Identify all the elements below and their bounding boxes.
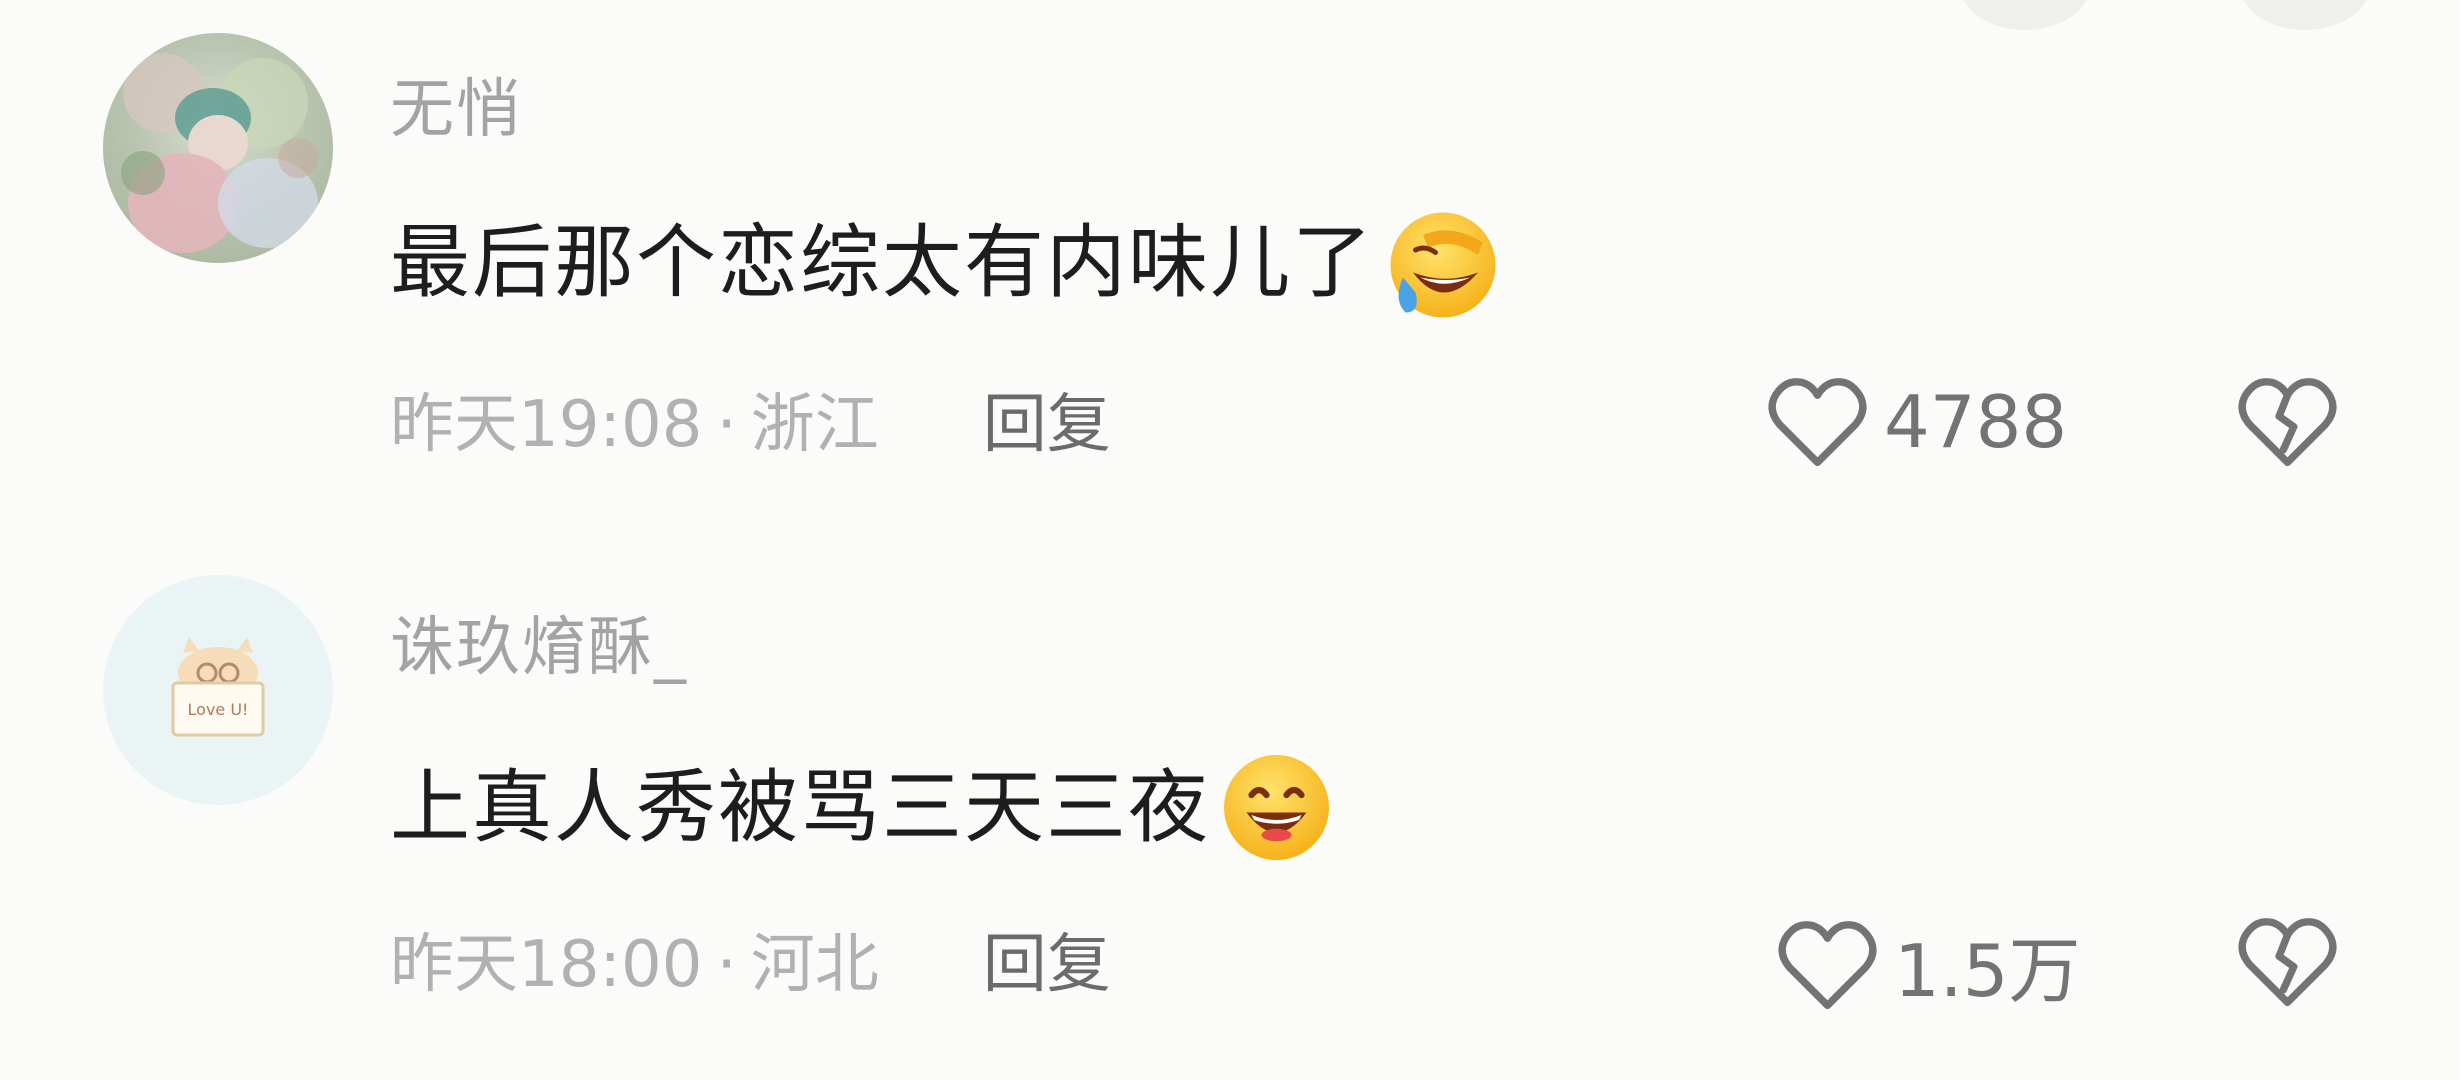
location: 河北 bbox=[750, 928, 879, 1002]
timestamp: 昨天18:00 bbox=[390, 928, 703, 1002]
comment-item: Love U! 诛玖焴酥_ 上真人秀被骂三天三夜 昨天18:00 · 河北 回复… bbox=[0, 540, 2459, 1080]
timestamp: 昨天19:08 bbox=[390, 388, 703, 462]
username[interactable]: 无悄 bbox=[390, 58, 522, 150]
comment-content: 上真人秀被骂三天三夜 bbox=[390, 745, 1339, 870]
meta-separator: · bbox=[716, 388, 737, 462]
avatar[interactable] bbox=[103, 33, 333, 263]
avatar-image bbox=[103, 33, 333, 263]
reply-button[interactable]: 回复 bbox=[983, 915, 1111, 1015]
username[interactable]: 诛玖焴酥_ bbox=[390, 596, 688, 688]
meta-separator: · bbox=[716, 928, 737, 1002]
like-count: 1.5万 bbox=[1894, 929, 2081, 1013]
heart-icon[interactable] bbox=[1765, 372, 1870, 472]
comment-meta: 昨天19:08 · 浙江 回复 bbox=[390, 375, 1111, 475]
laughing-crying-face-icon bbox=[1378, 200, 1503, 325]
avatar[interactable]: Love U! bbox=[103, 575, 333, 805]
heart-icon[interactable] bbox=[1775, 915, 1880, 1015]
comment-content: 最后那个恋综太有内味儿了 bbox=[390, 200, 1503, 325]
avatar-image: Love U! bbox=[103, 575, 333, 805]
like-button[interactable]: 4788 bbox=[1765, 372, 2067, 472]
reply-button[interactable]: 回复 bbox=[983, 375, 1111, 475]
grinning-face-icon bbox=[1214, 745, 1339, 870]
comment-meta: 昨天18:00 · 河北 回复 bbox=[390, 915, 1111, 1015]
comment-text: 上真人秀被骂三天三夜 bbox=[390, 760, 1210, 854]
broken-heart-icon[interactable] bbox=[2235, 912, 2340, 1012]
avatar-sign-text: Love U! bbox=[188, 700, 249, 719]
location: 浙江 bbox=[750, 388, 879, 462]
like-count: 4788 bbox=[1884, 380, 2068, 464]
comment-item: 无悄 最后那个恋综太有内味儿了 昨天19:08 · 浙江 回复 4788 bbox=[0, 0, 2459, 540]
like-button[interactable]: 1.5万 bbox=[1775, 912, 2081, 1017]
comment-text: 最后那个恋综太有内味儿了 bbox=[390, 215, 1374, 309]
broken-heart-icon[interactable] bbox=[2235, 372, 2340, 472]
